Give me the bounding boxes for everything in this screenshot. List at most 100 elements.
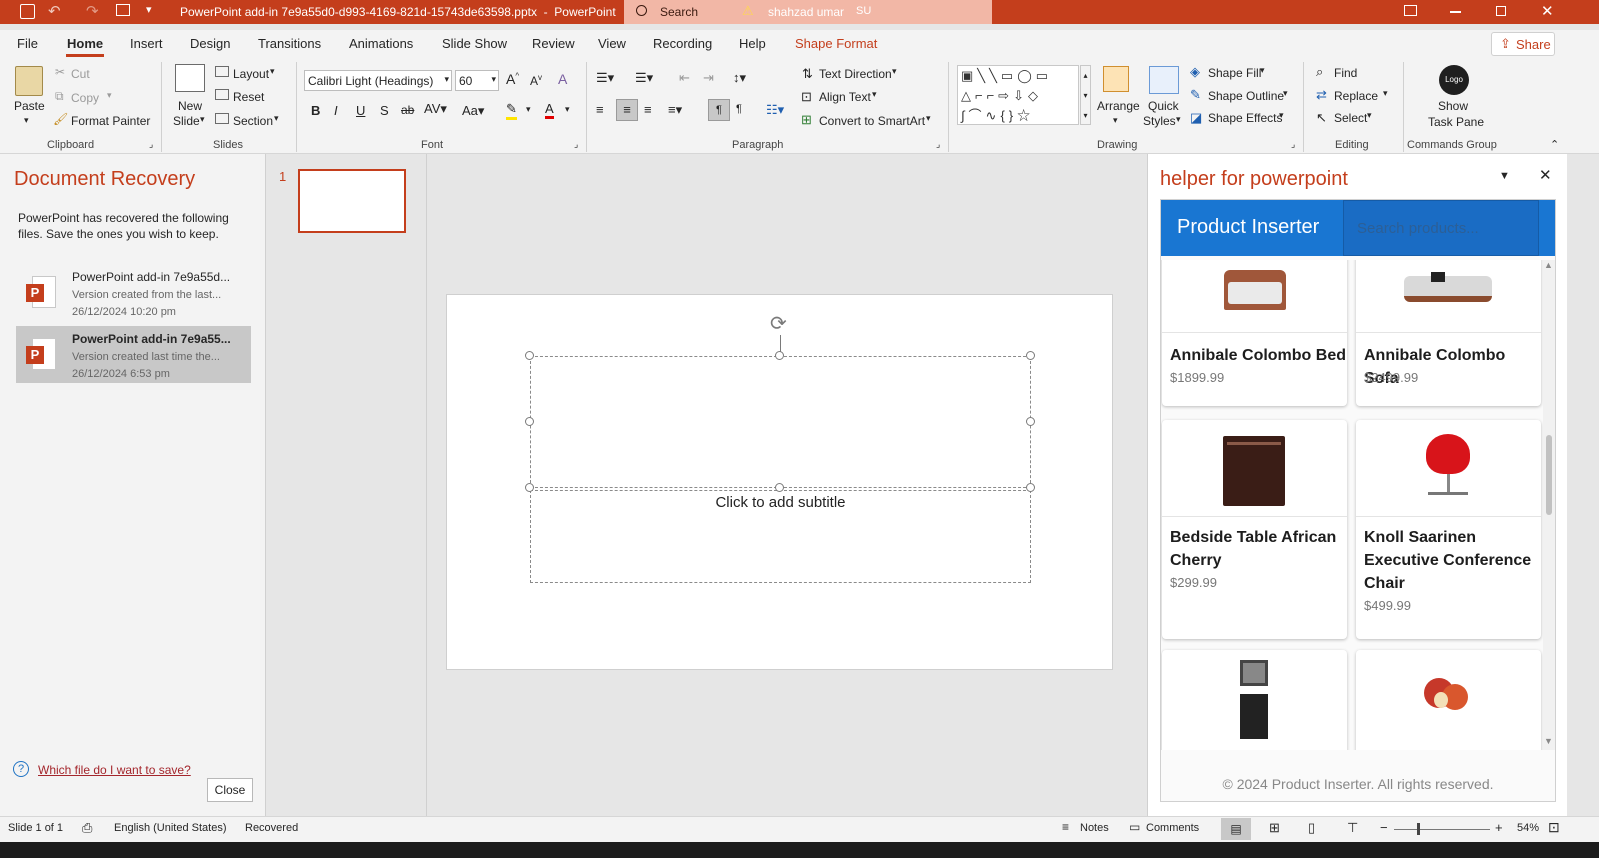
tab-file[interactable]: File xyxy=(17,36,38,51)
increase-indent-icon[interactable]: ⇥ xyxy=(703,70,714,86)
tab-slide-show[interactable]: Slide Show xyxy=(442,36,507,51)
clear-formatting-icon[interactable]: A xyxy=(558,71,567,87)
tab-transitions[interactable]: Transitions xyxy=(258,36,321,51)
zoom-slider-thumb[interactable] xyxy=(1417,823,1420,835)
font-color-dropdown-icon[interactable]: ▾ xyxy=(565,104,570,115)
shape-effects-button[interactable]: Shape Effects xyxy=(1208,111,1283,125)
tab-home[interactable]: Home xyxy=(67,36,103,51)
comments-button[interactable]: Comments xyxy=(1146,822,1199,834)
redo-icon[interactable]: ↷ xyxy=(86,2,99,20)
font-size-select[interactable]: 60 ▾ xyxy=(455,70,499,91)
reading-view-icon[interactable]: ▯ xyxy=(1308,820,1315,836)
shape-fill-button[interactable]: Shape Fill xyxy=(1208,66,1261,80)
fit-to-window-icon[interactable]: ⊡ xyxy=(1548,819,1560,836)
align-right-icon[interactable]: ≡ xyxy=(644,102,652,117)
product-card[interactable] xyxy=(1356,650,1541,750)
recovery-item-selected[interactable]: P PowerPoint add-in 7e9a55... Version cr… xyxy=(16,326,251,383)
paragraph-launcher-icon[interactable]: ⌟ xyxy=(936,139,940,150)
arrange-icon[interactable] xyxy=(1103,66,1129,92)
format-painter-button[interactable]: Format Painter xyxy=(71,114,150,128)
normal-view-icon[interactable]: ▤ xyxy=(1221,818,1251,840)
show-taskpane-label-1[interactable]: Show xyxy=(1438,99,1468,113)
decrease-indent-icon[interactable]: ⇤ xyxy=(679,70,690,86)
help-link[interactable]: Which file do I want to save? xyxy=(38,763,191,777)
new-slide-label-2[interactable]: Slide xyxy=(173,114,200,128)
font-color-icon[interactable]: A xyxy=(545,101,554,119)
avatar[interactable]: SU xyxy=(856,5,871,17)
bold-icon[interactable]: B xyxy=(311,103,320,118)
increase-font-icon[interactable]: A^ xyxy=(506,71,519,87)
taskpane-close-icon[interactable]: ✕ xyxy=(1539,166,1552,184)
shape-outline-dropdown-icon[interactable]: ▾ xyxy=(1283,88,1288,99)
shadow-icon[interactable]: S xyxy=(380,103,389,118)
share-button[interactable]: ⇪ Share xyxy=(1491,32,1555,56)
copy-button[interactable]: Copy xyxy=(71,91,99,105)
smartart-button[interactable]: Convert to SmartArt xyxy=(819,114,925,128)
find-button[interactable]: Find xyxy=(1334,66,1357,80)
resize-handle[interactable] xyxy=(525,351,534,360)
tab-view[interactable]: View xyxy=(598,36,626,51)
product-card[interactable]: Annibale Colombo Bed $1899.99 xyxy=(1162,260,1347,406)
zoom-level[interactable]: 54% xyxy=(1517,822,1539,834)
warning-icon[interactable]: ⚠ xyxy=(742,3,754,19)
tab-design[interactable]: Design xyxy=(190,36,230,51)
quick-styles-label-1[interactable]: Quick xyxy=(1148,99,1179,113)
product-card[interactable]: Bedside Table African Cherry $299.99 xyxy=(1162,420,1347,639)
decrease-font-icon[interactable]: Av xyxy=(530,73,542,88)
rotate-handle-icon[interactable]: ⟳ xyxy=(770,311,787,336)
justify-icon[interactable]: ≡▾ xyxy=(668,102,682,118)
slide-sorter-icon[interactable]: ⊞ xyxy=(1269,820,1280,836)
close-button[interactable]: Close xyxy=(207,778,253,802)
tab-help[interactable]: Help xyxy=(739,36,766,51)
resize-handle[interactable] xyxy=(1026,483,1035,492)
resize-handle[interactable] xyxy=(525,417,534,426)
language[interactable]: English (United States) xyxy=(114,822,227,834)
paste-button[interactable]: Paste xyxy=(14,99,45,113)
highlight-dropdown-icon[interactable]: ▾ xyxy=(526,104,531,115)
columns-icon[interactable]: ☷▾ xyxy=(766,102,784,118)
resize-handle[interactable] xyxy=(525,483,534,492)
font-name-select[interactable]: Calibri Light (Headings) ▾ xyxy=(304,70,452,91)
user-name[interactable]: shahzad umar xyxy=(768,0,844,24)
product-scrollbar[interactable]: ▲ ▼ xyxy=(1543,260,1555,750)
resize-handle[interactable] xyxy=(1026,417,1035,426)
undo-icon[interactable]: ↶ xyxy=(48,2,61,20)
bullets-icon[interactable]: ☰▾ xyxy=(596,70,614,86)
arrange-button[interactable]: Arrange xyxy=(1097,99,1140,113)
reset-button[interactable]: Reset xyxy=(233,90,264,104)
zoom-out-icon[interactable]: − xyxy=(1380,820,1388,835)
align-text-button[interactable]: Align Text xyxy=(819,90,871,104)
minimize-icon[interactable] xyxy=(1450,11,1461,13)
drawing-launcher-icon[interactable]: ⌟ xyxy=(1291,139,1295,150)
close-icon[interactable]: ✕ xyxy=(1541,2,1554,20)
customize-qat-icon[interactable]: ▾ xyxy=(146,3,152,16)
clipboard-launcher-icon[interactable]: ⌟ xyxy=(149,139,153,150)
logo-icon[interactable]: Logo xyxy=(1439,65,1469,95)
recovery-item[interactable]: P PowerPoint add-in 7e9a55d... Version c… xyxy=(16,264,251,321)
layout-button[interactable]: Layout xyxy=(233,67,269,81)
product-search-input[interactable]: Search products... xyxy=(1343,200,1539,256)
notes-button[interactable]: Notes xyxy=(1080,822,1109,834)
text-direction-dropdown-icon[interactable]: ▾ xyxy=(892,66,897,77)
zoom-slider[interactable] xyxy=(1394,823,1490,835)
tab-recording[interactable]: Recording xyxy=(653,36,712,51)
section-dropdown-icon[interactable]: ▾ xyxy=(274,113,279,124)
underline-icon[interactable]: U xyxy=(356,103,365,118)
line-spacing-icon[interactable]: ↕▾ xyxy=(733,70,746,86)
slide-info[interactable]: Slide 1 of 1 xyxy=(8,822,63,834)
taskpane-menu-icon[interactable]: ▼ xyxy=(1499,170,1510,182)
ribbon-display-icon[interactable] xyxy=(1404,5,1417,16)
italic-icon[interactable]: I xyxy=(334,103,338,118)
show-taskpane-label-2[interactable]: Task Pane xyxy=(1428,115,1484,129)
resize-handle[interactable] xyxy=(1026,351,1035,360)
slide-canvas[interactable]: Click to add subtitle ⟳ xyxy=(446,294,1113,670)
shape-fill-dropdown-icon[interactable]: ▾ xyxy=(1260,65,1265,76)
title-placeholder[interactable] xyxy=(530,356,1031,488)
quick-styles-label-2[interactable]: Styles xyxy=(1143,114,1176,128)
shapes-scroll-icon[interactable]: ▴ ▾ ▾ xyxy=(1080,65,1091,125)
replace-dropdown-icon[interactable]: ▾ xyxy=(1383,88,1388,99)
subtitle-placeholder[interactable]: Click to add subtitle xyxy=(530,490,1031,583)
paste-icon[interactable] xyxy=(15,66,43,96)
product-card[interactable] xyxy=(1162,650,1347,750)
slideshow-view-icon[interactable]: ⊤ xyxy=(1347,820,1358,836)
